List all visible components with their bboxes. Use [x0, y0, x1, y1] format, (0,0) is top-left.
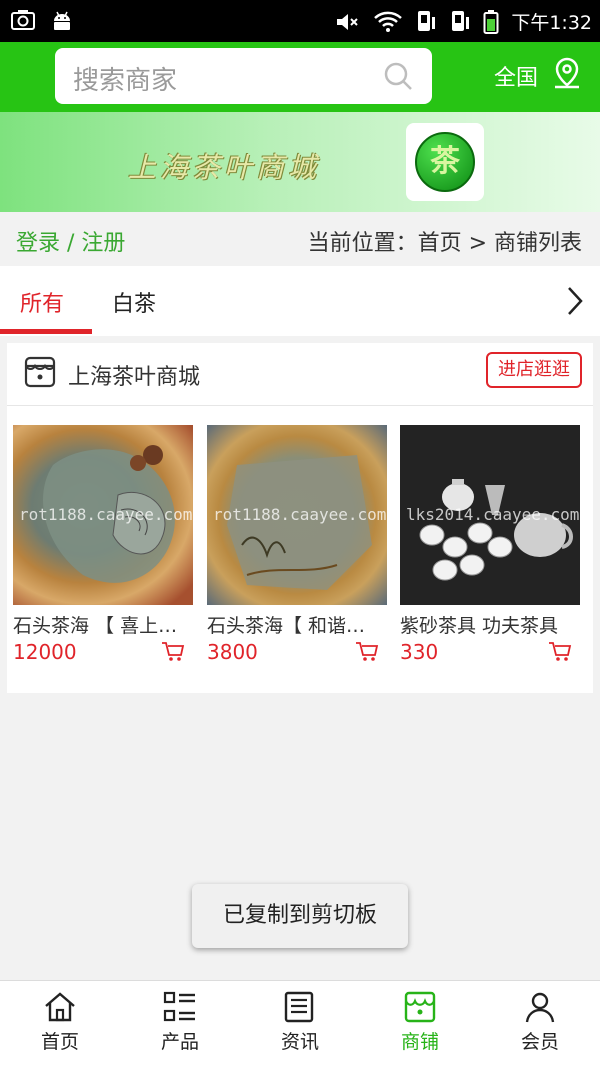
image-watermark: lks2014.caayee.com: [406, 505, 580, 524]
product-name: 石头茶海 【 喜上…: [13, 615, 178, 637]
wifi-icon: [374, 11, 403, 32]
search-icon[interactable]: [382, 60, 414, 92]
product-list-icon: [163, 991, 195, 1022]
image-watermark: rot1188.caayee.com: [19, 505, 193, 524]
search-placeholder: 搜索商家: [73, 66, 178, 96]
store-card: 上海茶叶商城 进店逛逛 rot1188.caayee.com 石头茶海 【 喜上…: [7, 343, 593, 693]
nav-item-member[interactable]: 会员: [480, 991, 600, 1054]
product-image[interactable]: lks2014.caayee.com: [400, 425, 580, 605]
cart-icon[interactable]: [355, 641, 379, 663]
copied-toast: 已复制到剪切板: [192, 884, 408, 948]
product-name: 紫砂茶具 功夫茶具: [400, 615, 559, 637]
product-image[interactable]: rot1188.caayee.com: [13, 425, 193, 605]
battery-icon: [483, 9, 499, 34]
store-icon: [404, 991, 436, 1023]
breadcrumb-bar: 登录 / 注册 当前位置：首页 > 商铺列表: [0, 212, 600, 266]
home-icon: [45, 992, 75, 1022]
sim1-signal-icon: [418, 10, 436, 31]
status-time: 下午1:32: [511, 12, 592, 34]
status-bar: 下午1:32: [0, 0, 600, 42]
store-header: 上海茶叶商城 进店逛逛: [7, 343, 593, 406]
logo-character: 茶: [430, 144, 460, 179]
nav-label: 首页: [40, 1031, 79, 1053]
tab-all[interactable]: 所有: [20, 286, 64, 318]
header: 搜索商家 全国: [0, 42, 600, 112]
category-tabs: 所有 白茶: [0, 266, 600, 336]
screenshot-icon: [11, 10, 35, 30]
banner-logo: 茶: [406, 123, 484, 201]
user-icon: [525, 992, 555, 1023]
product-card[interactable]: lks2014.caayee.com 紫砂茶具 功夫茶具 330: [400, 425, 580, 664]
product-card[interactable]: rot1188.caayee.com 石头茶海 【 喜上… 12000: [13, 425, 193, 664]
nav-item-products[interactable]: 产品: [120, 991, 240, 1054]
image-watermark: rot1188.caayee.com: [213, 505, 387, 524]
nav-item-stores[interactable]: 商铺: [360, 991, 480, 1054]
enter-store-button[interactable]: 进店逛逛: [486, 352, 582, 388]
nav-label: 商铺: [400, 1031, 439, 1053]
nav-label: 会员: [520, 1031, 559, 1053]
cart-icon[interactable]: [548, 641, 572, 663]
bottom-nav: 首页 产品 资讯 商铺 会员: [0, 980, 600, 1067]
status-right-icons: 下午1:32: [335, 8, 592, 35]
tab-white-tea[interactable]: 白茶: [112, 286, 156, 318]
search-input[interactable]: 搜索商家: [55, 48, 432, 104]
android-icon: [54, 11, 70, 30]
status-left-icons: [10, 8, 74, 32]
product-image[interactable]: rot1188.caayee.com: [207, 425, 387, 605]
region-selector[interactable]: 全国: [494, 60, 538, 92]
mute-icon: [337, 13, 359, 30]
active-tab-indicator: [0, 329, 92, 334]
store-name[interactable]: 上海茶叶商城: [68, 359, 200, 391]
location-pin-icon[interactable]: [551, 56, 583, 90]
cart-icon[interactable]: [161, 641, 185, 663]
breadcrumb: 当前位置：首页 > 商铺列表: [307, 231, 582, 256]
nav-label: 资讯: [280, 1031, 319, 1053]
product-name: 石头茶海【 和谐…: [207, 615, 366, 637]
product-card[interactable]: rot1188.caayee.com 石头茶海【 和谐… 3800: [207, 425, 387, 664]
nav-label: 产品: [160, 1031, 199, 1053]
nav-item-news[interactable]: 资讯: [240, 991, 360, 1054]
nav-item-home[interactable]: 首页: [0, 991, 120, 1054]
banner-title: 上海茶叶商城: [128, 151, 321, 184]
sim2-signal-icon: [452, 10, 470, 31]
chevron-right-icon[interactable]: [562, 284, 588, 318]
login-register-link[interactable]: 登录 / 注册: [16, 225, 125, 257]
news-icon: [284, 991, 314, 1023]
shop-banner: 上海茶叶商城 茶: [0, 112, 600, 212]
shop-icon: [24, 356, 56, 388]
tea-logo-icon: 茶: [415, 132, 475, 192]
